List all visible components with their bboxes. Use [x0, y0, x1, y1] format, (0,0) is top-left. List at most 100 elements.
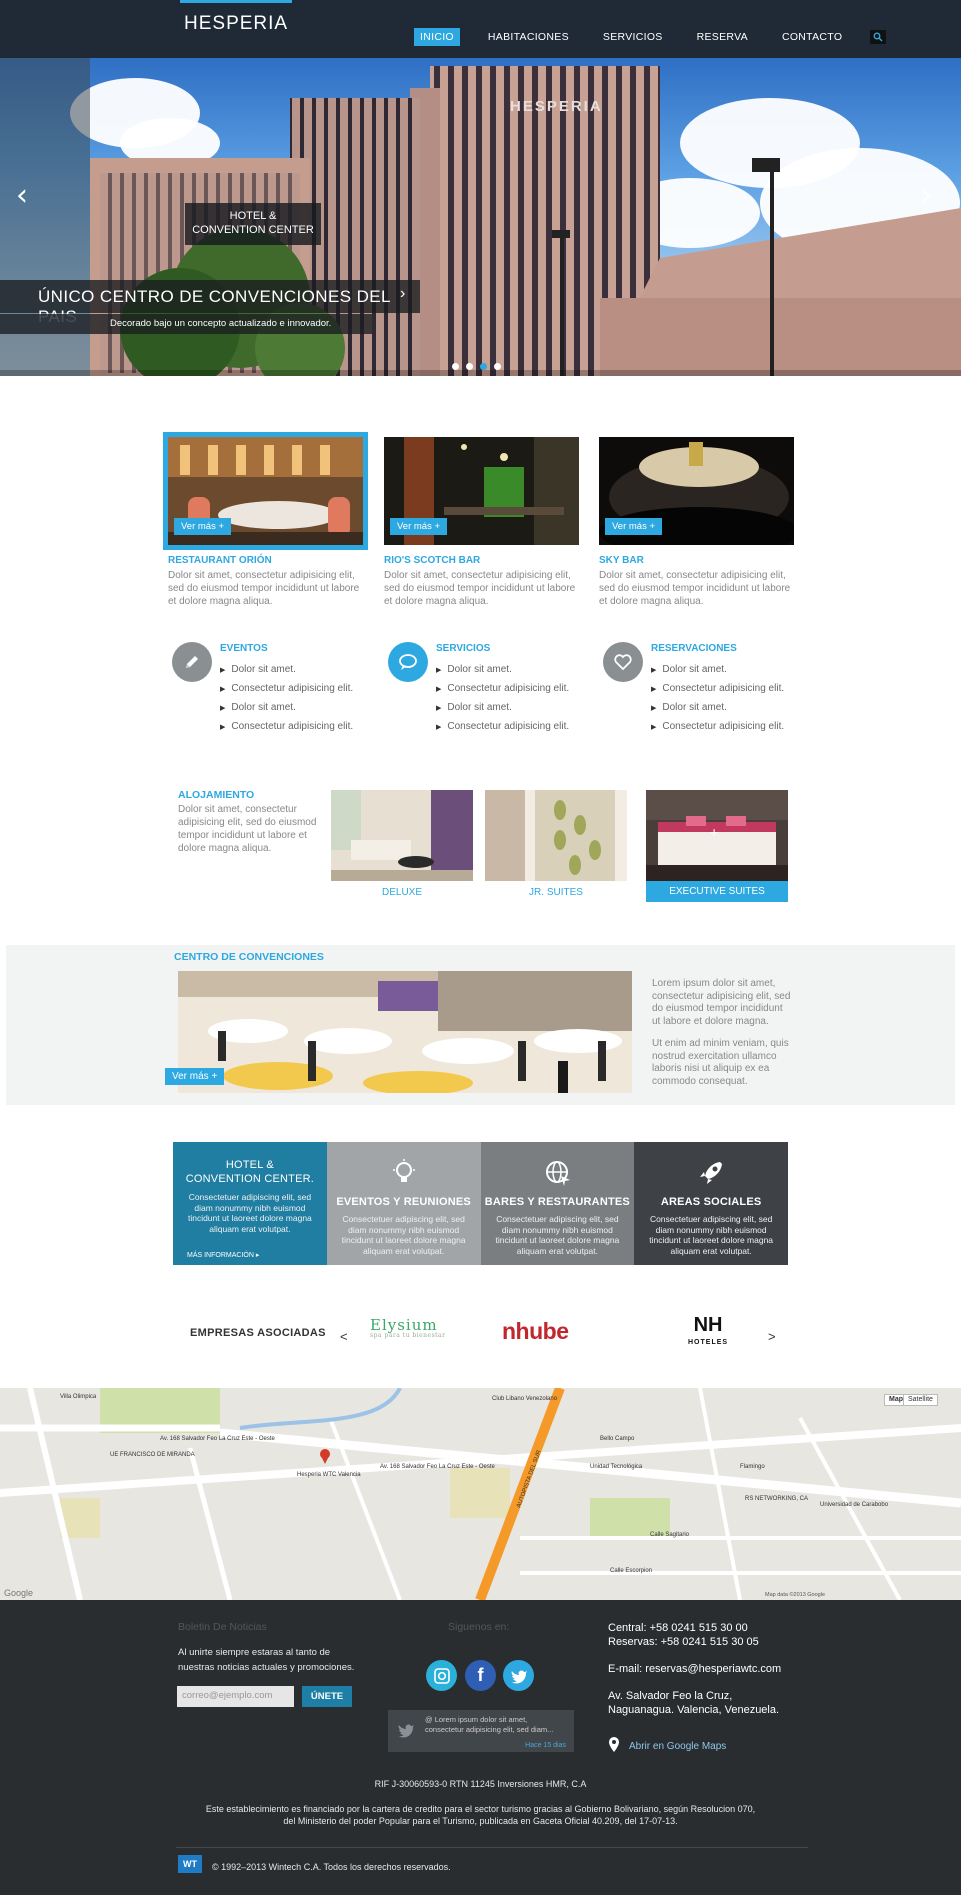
google-maps-link[interactable]: Abrir en Google Maps: [629, 1741, 726, 1752]
map-label: RS NETWORKING, CA: [745, 1496, 808, 1502]
search-icon[interactable]: [870, 30, 887, 44]
location-map[interactable]: Hesperia WTC Valencia Club Libano Venezo…: [0, 1388, 961, 1600]
nav-item-servicios[interactable]: SERVICIOS: [597, 28, 669, 46]
room-label[interactable]: EXECUTIVE SUITES: [646, 881, 788, 902]
newsletter-text: Al unirte siempre estaras al tanto de nu…: [178, 1647, 355, 1673]
nav-item-reserva[interactable]: RESERVA: [691, 28, 754, 46]
panel-text: Consectetuer adipiscing elit, sed diam n…: [341, 1214, 466, 1256]
deluxe-room-image[interactable]: [331, 790, 473, 881]
map-canvas[interactable]: Hesperia WTC Valencia Club Libano Venezo…: [0, 1388, 961, 1600]
hero-caption: ÚNICO CENTRO DE CONVENCIONES DEL PAIS ›: [0, 280, 420, 326]
room-executive-suites[interactable]: + EXECUTIVE SUITES: [646, 790, 788, 902]
slider-dot[interactable]: [466, 363, 473, 370]
partners-next-icon[interactable]: >: [768, 1329, 776, 1344]
feature-title[interactable]: SKY BAR: [599, 555, 794, 566]
nav-item-inicio[interactable]: INICIO: [414, 28, 460, 46]
scotch-bar-image[interactable]: Ver más +: [384, 437, 579, 545]
room-jr-suites[interactable]: JR. SUITES: [485, 790, 627, 898]
contact-email[interactable]: E-mail: reservas@hesperiawtc.com: [608, 1662, 781, 1676]
ver-mas-button[interactable]: Ver más +: [390, 518, 448, 535]
room-label[interactable]: DELUXE: [331, 887, 473, 898]
map-label: Calle Sagitario: [650, 1532, 690, 1538]
lightbulb-icon: [392, 1159, 415, 1182]
map-label: UE FRANCISCO DE MIRANDA: [110, 1452, 195, 1458]
jr-suites-image[interactable]: [485, 790, 627, 881]
service-title[interactable]: SERVICIOS: [436, 643, 490, 654]
nh-hoteles-logo[interactable]: NH HOTELES: [688, 1315, 729, 1352]
badge-line-2: CONVENTION CENTER: [192, 224, 314, 236]
ver-mas-button[interactable]: Ver más +: [165, 1068, 225, 1085]
site-header: HESPERIA INICIO HABITACIONES SERVICIOS R…: [0, 0, 961, 58]
feature-restaurant: Ver más + RESTAURANT ORIÓN Dolor sit ame…: [163, 432, 368, 608]
map-label: Bello Campo: [600, 1436, 635, 1442]
info-panels: HOTEL & CONVENTION CENTER. Consectetuer …: [173, 1142, 788, 1265]
wintech-logo[interactable]: WT: [178, 1855, 202, 1873]
caption-next-icon[interactable]: ›: [400, 285, 405, 303]
feature-title[interactable]: RESTAURANT ORIÓN: [168, 555, 363, 566]
slider-dot[interactable]: [494, 363, 501, 370]
convenciones-text: Lorem ipsum dolor sit amet, consectetur …: [652, 978, 792, 1088]
service-item: Dolor sit amet.: [651, 660, 784, 679]
convenciones-paragraph: Ut enim ad minim veniam, quis nostrud ex…: [652, 1038, 789, 1087]
slider-next-icon[interactable]: ›: [920, 178, 932, 213]
satellite-view-button[interactable]: Satellite: [903, 1394, 938, 1406]
service-title[interactable]: EVENTOS: [220, 643, 268, 654]
latest-tweet[interactable]: @ Lorem ipsum dolor sit amet, consectetu…: [388, 1710, 574, 1752]
convention-hall-image[interactable]: [178, 971, 632, 1093]
elysium-logo[interactable]: Elysium spa para tu bienestar: [370, 1316, 446, 1339]
executive-suites-image[interactable]: +: [646, 790, 788, 881]
restaurant-image[interactable]: Ver más +: [163, 432, 368, 550]
instagram-icon[interactable]: [426, 1660, 457, 1691]
panel-hotel[interactable]: HOTEL & CONVENTION CENTER. Consectetuer …: [173, 1142, 327, 1265]
panel-title: BARES Y RESTAURANTES: [484, 1196, 630, 1208]
mas-informacion-link[interactable]: MÁS INFORMACIÓN ▸: [187, 1251, 259, 1259]
ver-mas-button[interactable]: Ver más +: [605, 518, 663, 535]
panel-title-line: HOTEL &: [225, 1159, 274, 1171]
panel-eventos[interactable]: EVENTOS Y REUNIONES Consectetuer adipisc…: [326, 1142, 481, 1265]
sky-bar-image[interactable]: Ver más +: [599, 437, 794, 545]
tweet-text: @ Lorem ipsum dolor sit amet, consectetu…: [425, 1715, 554, 1734]
legal-line-2: del Ministerio del poder Popular para el…: [283, 1816, 678, 1826]
panel-title: HOTEL & CONVENTION CENTER.: [173, 1158, 327, 1186]
convenciones-paragraph: Lorem ipsum dolor sit amet, consectetur …: [652, 978, 791, 1027]
service-list: Dolor sit amet. Consectetur adipisicing …: [651, 660, 784, 736]
tweet-time[interactable]: Hace 15 dias: [525, 1742, 566, 1749]
join-button[interactable]: ÚNETE: [302, 1686, 352, 1707]
nhube-logo[interactable]: nhube: [502, 1318, 569, 1345]
room-deluxe[interactable]: DELUXE: [331, 790, 473, 898]
twitter-icon[interactable]: [503, 1660, 534, 1691]
service-list: Dolor sit amet. Consectetur adipisicing …: [436, 660, 569, 736]
footer-divider: [176, 1847, 808, 1848]
slider-dot[interactable]: [452, 363, 459, 370]
twitter-bird-icon: [398, 1724, 414, 1738]
nh-sub: HOTELES: [688, 1339, 729, 1346]
nav-item-habitaciones[interactable]: HABITACIONES: [482, 28, 575, 46]
nav-item-contacto[interactable]: CONTACTO: [776, 28, 848, 46]
panel-bares[interactable]: BARES Y RESTAURANTES Consectetuer adipis…: [480, 1142, 635, 1265]
email-input[interactable]: correo@ejemplo.com: [177, 1686, 294, 1707]
map-label: Map data ©2013 Google: [765, 1591, 825, 1598]
convenciones-title: CENTRO DE CONVENCIONES: [174, 951, 324, 963]
service-title[interactable]: RESERVACIONES: [651, 643, 737, 654]
service-item: Consectetur adipisicing elit.: [220, 679, 353, 698]
ver-mas-button[interactable]: Ver más +: [174, 518, 232, 535]
feature-text: Dolor sit amet, consectetur adipisicing …: [384, 570, 576, 607]
slider-prev-icon[interactable]: ‹: [16, 178, 28, 213]
contact-phone-reservas: Reservas: +58 0241 515 30 05: [608, 1636, 759, 1648]
panel-title-line: CONVENTION CENTER.: [185, 1173, 315, 1185]
panel-areas-sociales[interactable]: AREAS SOCIALES Consectetuer adipiscing e…: [634, 1142, 788, 1265]
hero-slider: HESPERIA ‹ › HOTEL & CONVENTION CENTER Ú…: [0, 58, 961, 376]
plus-icon[interactable]: +: [710, 824, 718, 840]
room-label[interactable]: JR. SUITES: [485, 887, 627, 898]
site-logo[interactable]: HESPERIA: [180, 0, 293, 34]
feature-text: Dolor sit amet, consectetur adipisicing …: [599, 570, 791, 607]
partners-prev-icon[interactable]: <: [340, 1329, 348, 1344]
hero-subtitle: Decorado bajo un concepto actualizado e …: [110, 318, 332, 329]
location-pin-icon: [609, 1737, 619, 1752]
panel-text: Consectetuer adipiscing elit, sed diam n…: [187, 1192, 312, 1234]
slider-dot-active[interactable]: [480, 363, 487, 370]
map-label: Club Libano Venezolano: [492, 1396, 558, 1402]
feature-title[interactable]: RIO'S SCOTCH BAR: [384, 555, 579, 566]
feature-sky-bar: Ver más + SKY BAR Dolor sit amet, consec…: [599, 437, 794, 608]
facebook-icon[interactable]: f: [465, 1660, 496, 1691]
